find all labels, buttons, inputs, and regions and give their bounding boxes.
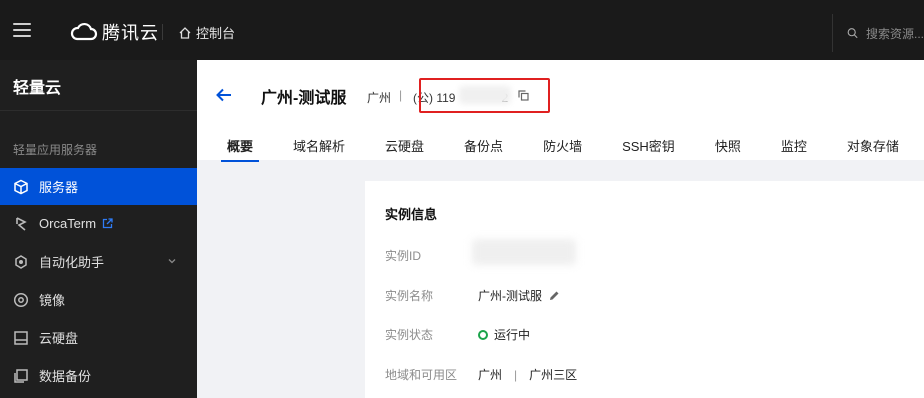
home-icon (179, 26, 191, 39)
sidebar-group-label: 轻量应用服务器 (13, 143, 98, 157)
top-bar: 腾讯云 控制台 搜索资源... (0, 0, 924, 60)
card-title: 实例信息 (385, 207, 438, 222)
instance-name-label: 实例名称 (385, 289, 434, 303)
instance-status-label: 实例状态 (385, 328, 434, 342)
tab-overview[interactable]: 概要 (220, 136, 260, 162)
search-icon (847, 28, 858, 39)
chevron-down-icon (168, 259, 176, 264)
tab-backup-points[interactable]: 备份点 (464, 136, 503, 160)
cube-icon (13, 179, 29, 195)
console-link[interactable]: 控制台 (178, 23, 235, 42)
disc-icon (13, 292, 29, 308)
sidebar-item-label: 自动化助手 (39, 255, 105, 270)
sidebar-title: 轻量云 (13, 80, 62, 97)
highlight-box (419, 78, 550, 113)
sidebar-item-cloud-disk[interactable]: 云硬盘 (0, 319, 197, 356)
region-zone-value: 广州 | 广州三区 (478, 366, 577, 383)
instance-header: 广州-测试服 广州 | (公) 1192 概要 域名解析 云硬盘 备份点 防火墙… (197, 60, 924, 162)
main-content: 广州-测试服 广州 | (公) 1192 概要 域名解析 云硬盘 备份点 防火墙… (197, 60, 924, 398)
hamburger-icon (13, 23, 31, 37)
region-separator: | (514, 367, 518, 382)
search-box[interactable]: 搜索资源... (832, 14, 924, 52)
sidebar-item-label: 数据备份 (39, 369, 92, 384)
divider (162, 24, 163, 40)
instance-name-text: 广州-测试服 (478, 289, 542, 303)
sidebar-item-label: 服务器 (39, 180, 79, 195)
backup-icon (13, 368, 29, 384)
disk-icon (13, 330, 29, 346)
sidebar-item-label: 镜像 (39, 293, 66, 308)
zone-text: 广州三区 (529, 368, 578, 382)
instance-title: 广州-测试服 (261, 90, 347, 107)
tab-dns[interactable]: 域名解析 (293, 136, 345, 160)
sidebar-divider (0, 110, 197, 111)
header-separator: | (399, 88, 403, 102)
instance-id-label: 实例ID (385, 249, 422, 263)
sidebar-item-servers[interactable]: 服务器 (0, 168, 197, 205)
sidebar-item-backup[interactable]: 数据备份 (0, 357, 197, 394)
region-zone-label: 地域和可用区 (385, 368, 458, 382)
orca-icon (13, 216, 29, 232)
cloud-logo-icon (70, 22, 98, 41)
instance-status-value: 运行中 (478, 326, 530, 343)
brand-name: 腾讯云 (102, 23, 159, 43)
tab-object-storage[interactable]: 对象存储 (847, 136, 899, 160)
sidebar-item-label: OrcaTerm (39, 216, 97, 231)
sidebar: 轻量云 轻量应用服务器 服务器 OrcaTerm 自动化助手 镜像 云硬盘 数据… (0, 60, 197, 398)
tab-monitoring[interactable]: 监控 (781, 136, 807, 160)
tab-firewall[interactable]: 防火墙 (543, 136, 582, 160)
sidebar-item-label: 云硬盘 (39, 331, 79, 346)
sidebar-item-orcaterm[interactable]: OrcaTerm (0, 205, 197, 242)
tab-bar: 概要 域名解析 云硬盘 备份点 防火墙 SSH密钥 快照 监控 对象存储 (215, 136, 899, 162)
automation-icon (13, 254, 29, 270)
menu-button[interactable] (0, 0, 44, 60)
brand-logo[interactable]: 腾讯云 (70, 20, 159, 44)
status-text: 运行中 (494, 328, 531, 342)
redacted-instance-id (472, 239, 576, 265)
status-running-icon (478, 329, 488, 340)
edit-pencil-icon[interactable] (548, 290, 560, 302)
instance-region: 广州 (367, 91, 392, 105)
sidebar-item-automation[interactable]: 自动化助手 (0, 243, 197, 280)
tab-cloud-disk[interactable]: 云硬盘 (385, 136, 424, 160)
back-arrow-icon[interactable] (215, 86, 233, 104)
search-input[interactable]: 搜索资源... (866, 25, 924, 42)
tab-ssh-keys[interactable]: SSH密钥 (622, 136, 675, 160)
tab-snapshots[interactable]: 快照 (715, 136, 741, 160)
region-text: 广州 (478, 368, 503, 382)
external-link-icon (102, 218, 113, 229)
console-label: 控制台 (196, 26, 236, 41)
sidebar-item-images[interactable]: 镜像 (0, 281, 197, 318)
instance-name-value: 广州-测试服 (478, 287, 560, 304)
instance-info-card: 实例信息 实例ID 实例名称 广州-测试服 实例状态 运行中 地域和可用区 广州… (365, 181, 924, 398)
